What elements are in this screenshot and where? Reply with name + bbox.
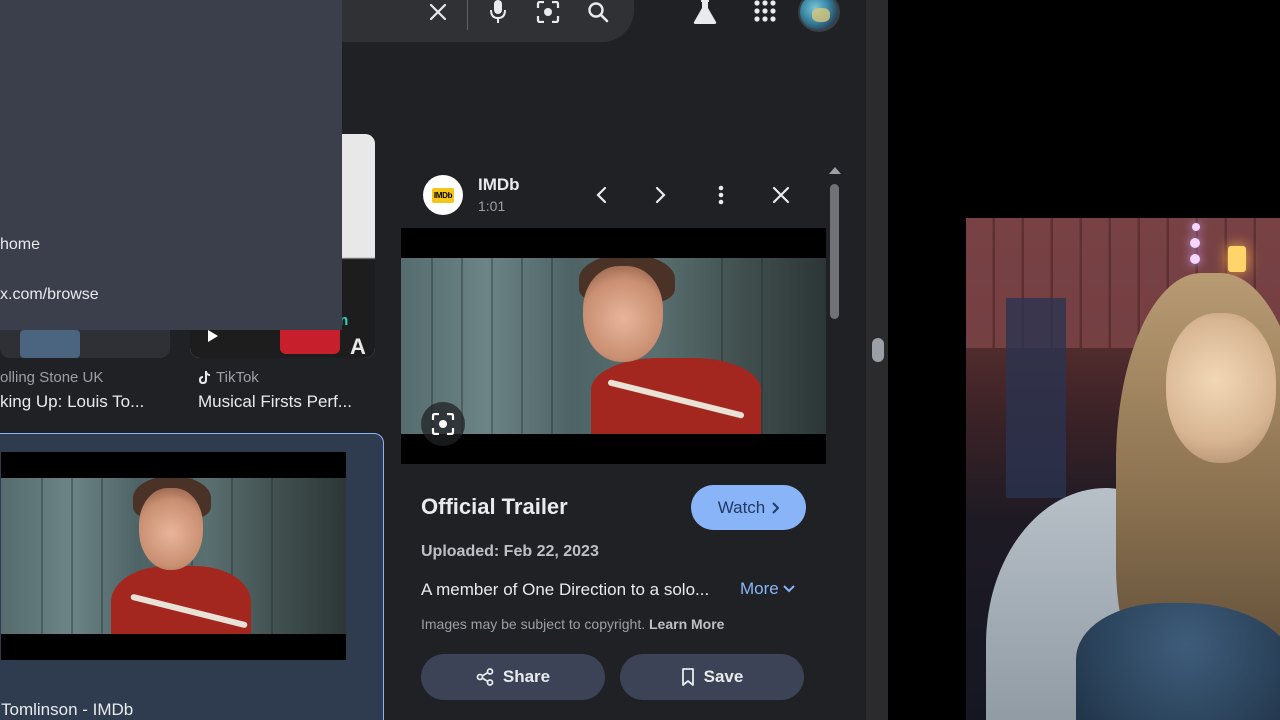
video-preview[interactable] [401, 228, 826, 464]
panel-source-name[interactable]: IMDb [478, 175, 520, 195]
flask-icon[interactable] [690, 0, 720, 26]
webcam-closet [1006, 298, 1066, 498]
webcam-string-light [1190, 254, 1200, 264]
webcam-overlay [966, 218, 1280, 720]
tiktok-source-label: TikTok [216, 369, 259, 386]
watch-button-label: Watch [717, 497, 766, 517]
chevron-down-icon [783, 585, 795, 593]
video-preview-still [401, 258, 826, 434]
suggestion-browse[interactable]: x.com/browse [0, 286, 99, 304]
camera-lens-icon [431, 413, 455, 435]
uploaded-date: Feb 22, 2023 [503, 543, 599, 560]
webcam-blanket [1076, 603, 1280, 720]
close-icon[interactable] [423, 0, 453, 24]
uploaded-label: Uploaded: [421, 543, 500, 560]
chevron-left-icon[interactable] [586, 180, 616, 210]
camera-lens-icon[interactable] [533, 0, 563, 24]
uploaded-info: Uploaded: Feb 22, 2023 [421, 543, 599, 561]
result-source-rolling-stone: olling Stone UK [0, 369, 104, 386]
panel-title: Official Trailer [421, 494, 568, 519]
play-icon [208, 330, 218, 342]
share-icon [476, 668, 494, 686]
share-button-label: Share [502, 667, 551, 686]
watch-button[interactable]: Watch [691, 485, 806, 530]
search-divider [467, 0, 468, 30]
tiktok-icon [199, 370, 210, 384]
panel-scroll-up-arrow[interactable] [829, 167, 841, 174]
webcam-lamp [1228, 246, 1246, 272]
search-icon[interactable] [583, 0, 613, 24]
panel-duration: 1:01 [478, 198, 506, 214]
webcam-string-light [1192, 223, 1200, 231]
copyright-text: Images may be subject to copyright. [421, 616, 646, 632]
chevron-right-icon[interactable] [646, 180, 676, 210]
browser-window: home x.com/browse on A olling Stone UK k… [0, 0, 888, 720]
apps-grid-icon[interactable] [750, 0, 780, 23]
more-button[interactable]: More [740, 579, 795, 599]
more-vert-icon[interactable] [706, 180, 736, 210]
panel-description: A member of One Direction to a solo... [421, 580, 710, 599]
share-button[interactable]: Share [421, 654, 605, 700]
imdb-logo: IMDb [423, 175, 463, 215]
tiktok-thumb-letter: A [350, 334, 366, 358]
selected-result-caption: Tomlinson - IMDb [1, 700, 134, 719]
result-title-rolling-stone[interactable]: king Up: Louis To... [0, 392, 144, 412]
trailer-still-image [1, 478, 346, 634]
lens-search-button[interactable] [421, 402, 465, 446]
account-avatar[interactable] [798, 0, 840, 32]
learn-more-link[interactable]: Learn More [649, 616, 724, 632]
microphone-icon[interactable] [483, 0, 513, 24]
bookmark-icon [681, 668, 694, 686]
more-button-label: More [740, 579, 779, 598]
panel-scrollbar-thumb[interactable] [830, 184, 839, 319]
copyright-notice: Images may be subject to copyright. Lear… [421, 616, 724, 632]
save-button-label: Save [703, 667, 744, 686]
screen: home x.com/browse on A olling Stone UK k… [0, 0, 1280, 720]
result-source-tiktok: TikTok [198, 369, 259, 386]
result-title-tiktok[interactable]: Musical Firsts Perf... [198, 392, 352, 412]
preview-side-panel: IMDb IMDb 1:01 Official Trailer Watch Up… [401, 162, 845, 720]
autocomplete-dropdown: home x.com/browse [0, 0, 342, 330]
webcam-person-face [1166, 313, 1276, 463]
chevron-right-icon [772, 501, 780, 514]
imdb-logo-text: IMDb [431, 187, 455, 203]
close-panel-icon[interactable] [766, 180, 796, 210]
webcam-string-light [1190, 238, 1200, 248]
selected-result-card[interactable]: Tomlinson - IMDb [0, 433, 384, 720]
page-scrollbar-thumb[interactable] [872, 338, 884, 362]
suggestion-home[interactable]: home [0, 236, 40, 254]
save-button[interactable]: Save [620, 654, 804, 700]
selected-result-image [1, 452, 346, 660]
